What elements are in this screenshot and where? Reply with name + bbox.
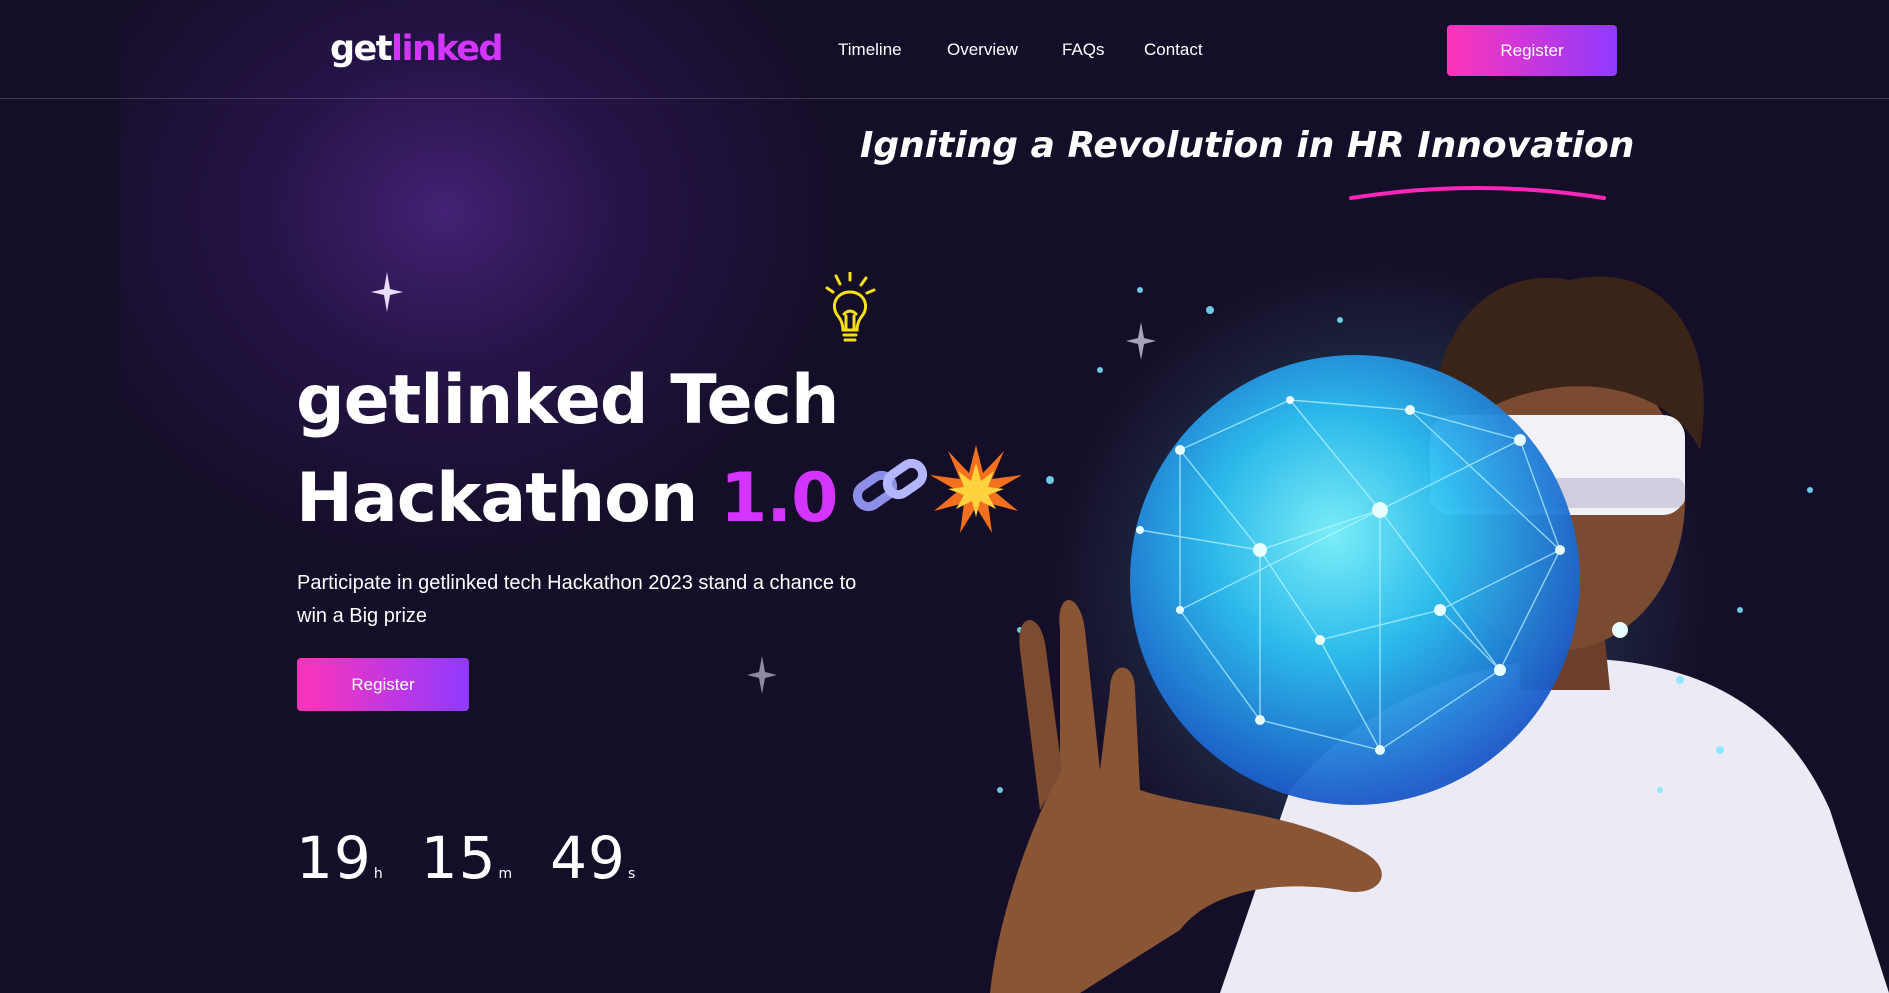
countdown-timer: 19 h 15 m 49 s	[296, 818, 635, 898]
hero-register-button[interactable]: Register	[297, 658, 469, 711]
nav-contact[interactable]: Contact	[1144, 37, 1203, 63]
hero-title-line2: Hackathon 1.0	[296, 450, 838, 548]
countdown-seconds: 49 s	[550, 818, 635, 898]
star-icon	[371, 272, 403, 312]
header-register-button[interactable]: Register	[1447, 25, 1617, 76]
hero-title-word: Hackathon	[296, 459, 698, 538]
countdown-value: 49	[550, 824, 626, 892]
countdown-unit: s	[627, 866, 636, 882]
chain-icon	[852, 458, 928, 512]
site-header: getlinked Timeline Overview FAQs Contact…	[0, 0, 1889, 99]
hero-title-line1: getlinked Tech	[296, 361, 839, 440]
hero-tagline: Igniting a Revolution in HR Innovation	[860, 125, 1635, 166]
tagline-underline	[1349, 186, 1606, 200]
countdown-value: 19	[296, 824, 372, 892]
countdown-unit: m	[498, 866, 513, 882]
hero-title-version: 1.0	[719, 459, 838, 538]
logo[interactable]: getlinked	[330, 24, 504, 74]
nav-overview[interactable]: Overview	[947, 37, 1018, 63]
countdown-unit: h	[373, 866, 383, 882]
countdown-minutes: 15 m	[421, 818, 512, 898]
logo-part-get: get	[330, 29, 393, 69]
lightbulb-icon	[825, 272, 876, 342]
nav-timeline[interactable]: Timeline	[838, 37, 902, 63]
logo-part-linked: linked	[391, 29, 504, 69]
nav-faqs[interactable]: FAQs	[1062, 37, 1105, 63]
hero-title: getlinked Tech Hackathon 1.0	[296, 352, 839, 548]
star-icon	[747, 656, 777, 694]
hero-illustration	[990, 260, 1889, 993]
hero-description: Participate in getlinked tech Hackathon …	[297, 572, 857, 627]
countdown-hours: 19 h	[296, 818, 383, 898]
countdown-value: 15	[420, 824, 497, 892]
